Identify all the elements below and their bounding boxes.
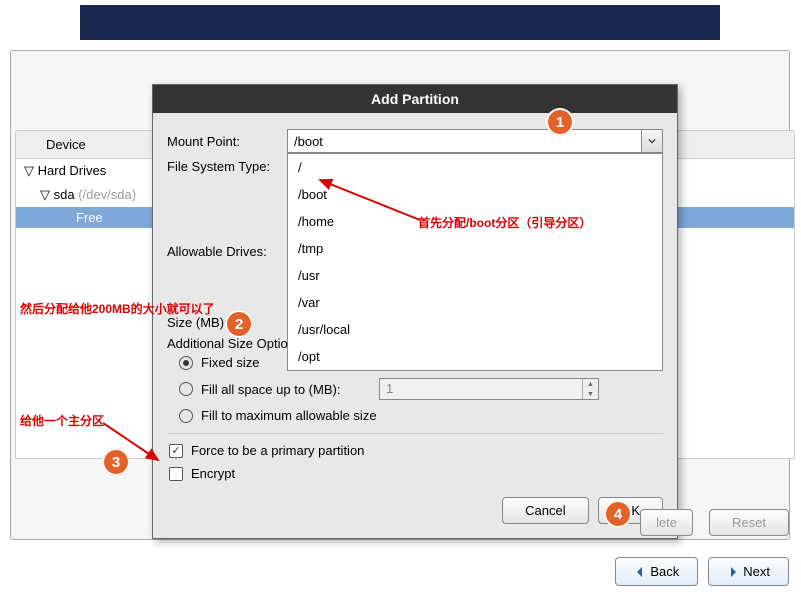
dd-item-tmp[interactable]: /tmp	[288, 235, 662, 262]
annotation-2: 然后分配给他200MB的大小就可以了	[20, 300, 215, 317]
nav-buttons: Back Next	[615, 557, 789, 586]
radio-fill-max[interactable]: Fill to maximum allowable size	[167, 404, 663, 427]
arrow-left-icon	[634, 566, 646, 578]
cancel-button[interactable]: Cancel	[502, 497, 588, 524]
mount-point-combo[interactable]: / /boot /home /tmp /usr /var /usr/local …	[287, 129, 663, 153]
spin-down-icon: ▼	[583, 389, 598, 399]
back-button[interactable]: Back	[615, 557, 698, 586]
annotation-1: 首先分配/boot分区（引导分区）	[418, 214, 591, 231]
spin-up-icon: ▲	[583, 379, 598, 389]
fs-type-label: File System Type:	[167, 159, 287, 174]
dd-item-var[interactable]: /var	[288, 289, 662, 316]
arrow-right-icon	[727, 566, 739, 578]
chevron-down-icon	[648, 137, 656, 145]
spin-buttons: ▲ ▼	[582, 379, 598, 399]
dd-item-opt[interactable]: /opt	[288, 343, 662, 370]
mount-point-dropdown-button[interactable]	[641, 129, 663, 153]
callout-3: 3	[102, 448, 130, 476]
dialog-title: Add Partition	[153, 85, 677, 113]
callout-4: 4	[604, 500, 632, 528]
col-device: Device	[16, 131, 116, 158]
radio-fill-up-to[interactable]: Fill all space up to (MB): 1 ▲ ▼	[167, 374, 663, 404]
reset-button[interactable]: Reset	[709, 509, 789, 536]
checkbox-icon	[169, 467, 183, 481]
radio-icon	[179, 409, 193, 423]
mount-point-input[interactable]	[287, 129, 663, 153]
dd-item-root[interactable]: /	[288, 154, 662, 181]
mount-point-label: Mount Point:	[167, 134, 287, 149]
radio-icon	[179, 356, 193, 370]
callout-2: 2	[225, 310, 253, 338]
expand-icon[interactable]: ▽	[24, 163, 34, 179]
dd-item-boot[interactable]: /boot	[288, 181, 662, 208]
callout-1: 1	[546, 108, 574, 136]
top-banner	[80, 5, 720, 40]
delete-button-partial[interactable]: lete	[640, 509, 693, 536]
expand-icon[interactable]: ▽	[40, 187, 50, 203]
check-force-primary[interactable]: Force to be a primary partition	[167, 439, 663, 462]
bottom-buttons: lete Reset	[634, 509, 789, 536]
check-encrypt[interactable]: Encrypt	[167, 462, 663, 485]
checkbox-icon	[169, 444, 183, 458]
next-button[interactable]: Next	[708, 557, 789, 586]
dd-item-usr[interactable]: /usr	[288, 262, 662, 289]
allowable-drives-label: Allowable Drives:	[167, 244, 287, 259]
mount-point-dropdown: / /boot /home /tmp /usr /var /usr/local …	[287, 153, 663, 371]
fill-up-spin: 1 ▲ ▼	[379, 378, 599, 400]
annotation-3: 给他一个主分区	[20, 412, 104, 429]
radio-icon	[179, 382, 193, 396]
dd-item-usrlocal[interactable]: /usr/local	[288, 316, 662, 343]
